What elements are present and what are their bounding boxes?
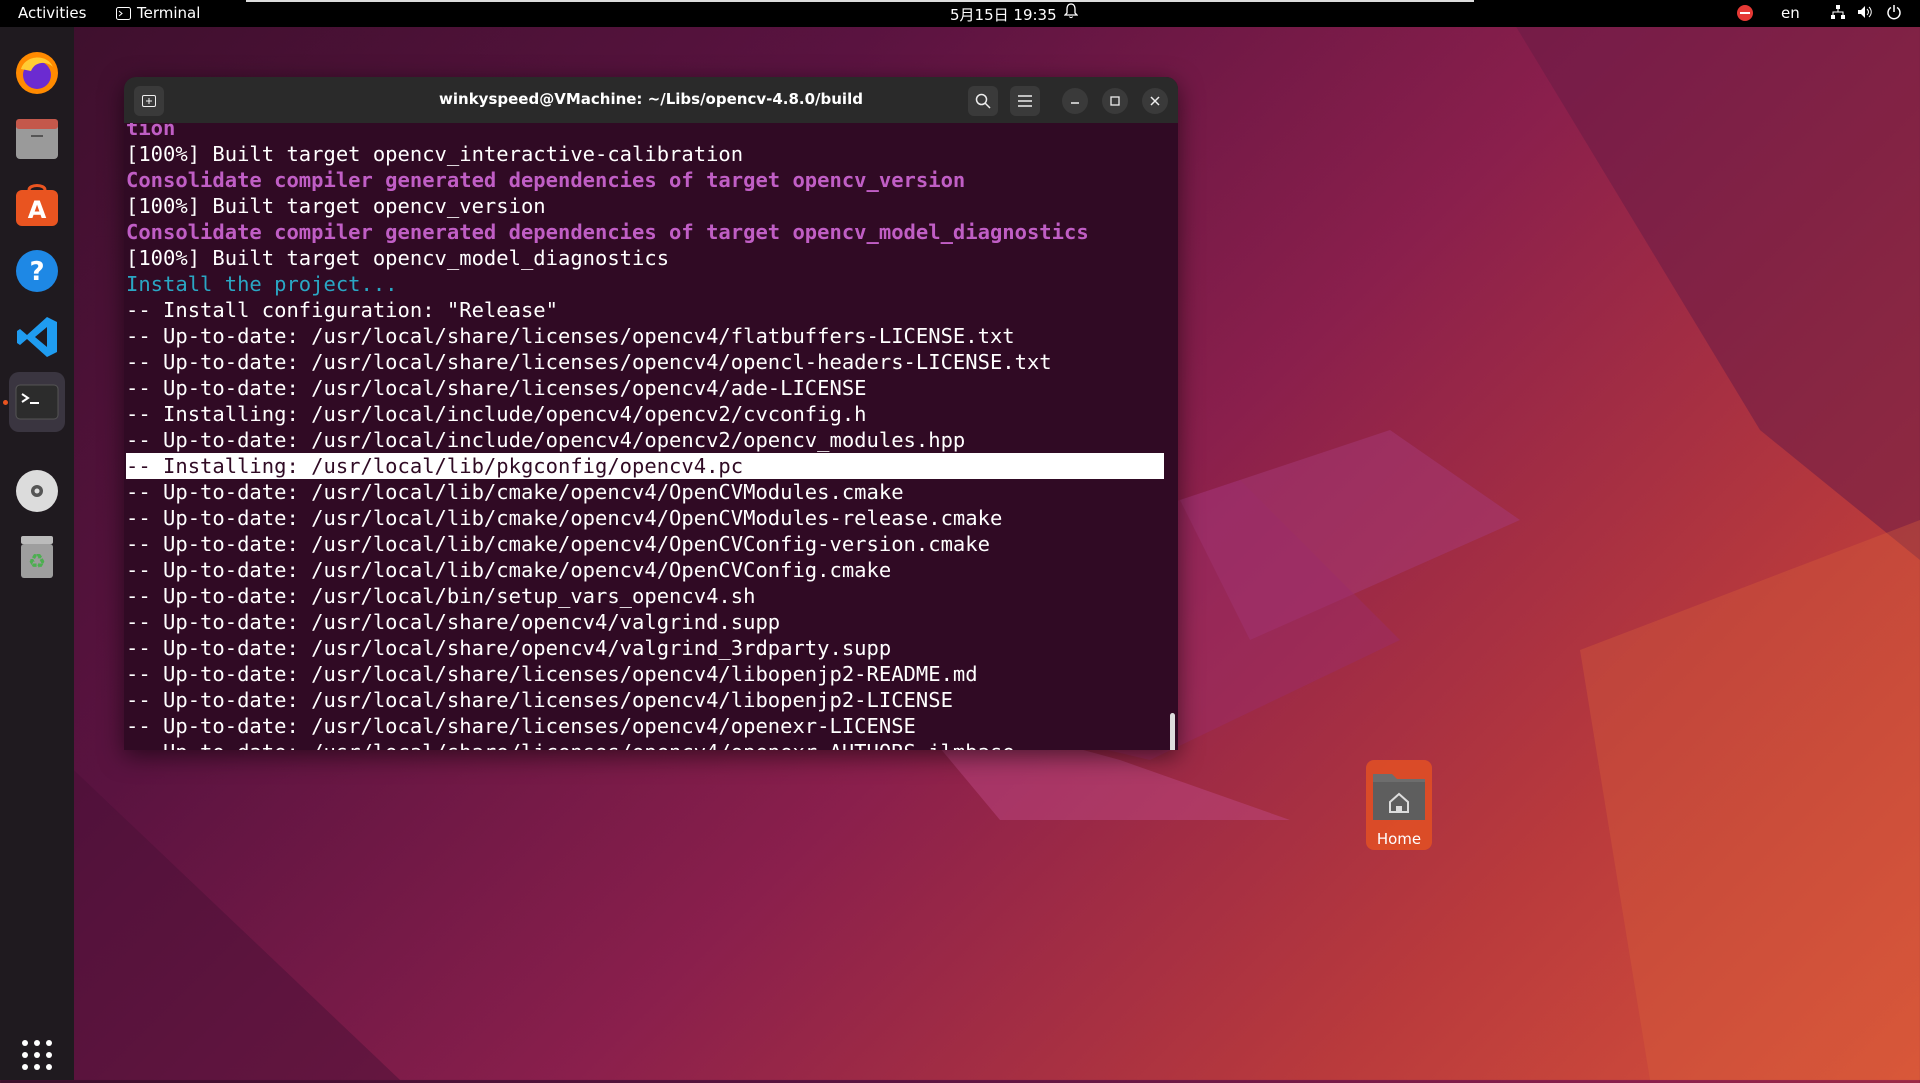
- help-icon: ?: [16, 250, 58, 292]
- volume-icon[interactable]: [1857, 4, 1873, 24]
- terminal-line: [100%] Built target opencv_interactive-c…: [126, 142, 744, 166]
- power-icon[interactable]: [1886, 4, 1902, 24]
- terminal-line: -- Up-to-date: /usr/local/lib/cmake/open…: [126, 480, 904, 504]
- desktop-home-folder[interactable]: Home: [1366, 760, 1432, 850]
- terminal-line: -- Up-to-date: /usr/local/share/licenses…: [126, 688, 953, 712]
- dock: A ? ♻: [0, 27, 74, 1080]
- disc-icon: [16, 470, 58, 512]
- terminal-line: Consolidate compiler generated dependenc…: [126, 168, 966, 192]
- terminal-line: -- Up-to-date: /usr/local/share/opencv4/…: [126, 636, 892, 660]
- close-button[interactable]: [1142, 88, 1168, 114]
- terminal-line: -- Up-to-date: /usr/local/share/licenses…: [126, 324, 1015, 348]
- app-center-icon: A: [16, 184, 58, 226]
- dock-terminal[interactable]: [9, 372, 65, 432]
- dock-files[interactable]: [9, 111, 65, 167]
- terminal-line: -- Up-to-date: /usr/local/share/opencv4/…: [126, 610, 781, 634]
- maximize-icon: [1110, 96, 1120, 106]
- terminal-line: Install the project...: [126, 272, 398, 296]
- svg-text:?: ?: [29, 257, 44, 287]
- terminal-line: -- Up-to-date: /usr/local/share/licenses…: [126, 350, 1052, 374]
- terminal-line: -- Up-to-date: /usr/local/bin/setup_vars…: [126, 584, 756, 608]
- terminal-line: -- Up-to-date: /usr/local/share/licenses…: [126, 739, 1015, 750]
- svg-text:♻: ♻: [28, 549, 46, 573]
- terminal-line: -- Up-to-date: /usr/local/include/opencv…: [126, 428, 966, 452]
- terminal-line: -- Up-to-date: /usr/local/share/licenses…: [126, 714, 916, 738]
- svg-text:A: A: [28, 196, 47, 224]
- dock-disc[interactable]: [9, 463, 65, 519]
- language-indicator[interactable]: en: [1781, 4, 1800, 22]
- files-icon: [16, 119, 58, 159]
- terminal-line: -- Up-to-date: /usr/local/share/licenses…: [126, 376, 867, 400]
- terminal-line: -- Up-to-date: /usr/local/share/licenses…: [126, 662, 978, 686]
- top-bar: Activities Terminal 5月15日 19:35 en: [0, 0, 1920, 27]
- close-icon: [1150, 96, 1160, 106]
- bell-icon[interactable]: [1063, 3, 1079, 23]
- dock-show-apps[interactable]: [9, 1027, 65, 1083]
- terminal-line: -- Installing: /usr/local/include/opencv…: [126, 402, 867, 426]
- terminal-window: winkyspeed@VMachine: ~/Libs/opencv-4.8.0…: [124, 77, 1178, 750]
- app-menu-terminal[interactable]: Terminal: [116, 4, 200, 22]
- firefox-icon: [16, 52, 58, 94]
- home-folder-label: Home: [1376, 830, 1422, 848]
- terminal-line: -- Install configuration: "Release": [126, 298, 558, 322]
- app-menu-label: Terminal: [137, 4, 201, 22]
- activities-button[interactable]: Activities: [18, 4, 86, 22]
- apps-grid-icon: [22, 1040, 52, 1070]
- terminal-scrollbar[interactable]: [1170, 713, 1175, 750]
- trash-icon: ♻: [21, 536, 53, 578]
- minimize-button[interactable]: [1062, 88, 1088, 114]
- terminal-small-icon: [116, 6, 131, 20]
- running-indicator: [3, 400, 8, 405]
- dock-firefox[interactable]: [9, 45, 65, 101]
- dock-trash[interactable]: ♻: [9, 529, 65, 585]
- clock[interactable]: 5月15日 19:35: [950, 4, 1057, 25]
- do-not-disturb-icon[interactable]: [1737, 5, 1753, 21]
- terminal-line: -- Up-to-date: /usr/local/lib/cmake/open…: [126, 532, 990, 556]
- dock-vscode[interactable]: [9, 309, 65, 365]
- terminal-line: tion: [126, 123, 176, 140]
- window-titlebar[interactable]: winkyspeed@VMachine: ~/Libs/opencv-4.8.0…: [124, 77, 1178, 123]
- top-progress-line: [246, 0, 1474, 2]
- search-icon: [975, 93, 991, 109]
- terminal-icon: [15, 384, 59, 420]
- terminal-line: [100%] Built target opencv_model_diagnos…: [126, 246, 670, 270]
- terminal-line: [100%] Built target opencv_version: [126, 194, 546, 218]
- maximize-button[interactable]: [1102, 88, 1128, 114]
- home-folder-icon: [1373, 774, 1425, 820]
- terminal-line: -- Up-to-date: /usr/local/lib/cmake/open…: [126, 506, 1003, 530]
- dock-app-center[interactable]: A: [9, 177, 65, 233]
- minimize-icon: [1071, 102, 1079, 104]
- menu-button[interactable]: [1010, 86, 1040, 116]
- terminal-line: -- Up-to-date: /usr/local/lib/cmake/open…: [126, 558, 892, 582]
- network-icon[interactable]: [1830, 4, 1846, 24]
- vscode-icon: [17, 317, 57, 357]
- terminal-output[interactable]: tion [100%] Built target opencv_interacti…: [124, 123, 1178, 750]
- search-button[interactable]: [968, 86, 998, 116]
- hamburger-icon: [1018, 95, 1032, 107]
- terminal-line: Consolidate compiler generated dependenc…: [126, 220, 1089, 244]
- dock-help[interactable]: ?: [9, 243, 65, 299]
- terminal-line-selected: -- Installing: /usr/local/lib/pkgconfig/…: [126, 453, 1164, 479]
